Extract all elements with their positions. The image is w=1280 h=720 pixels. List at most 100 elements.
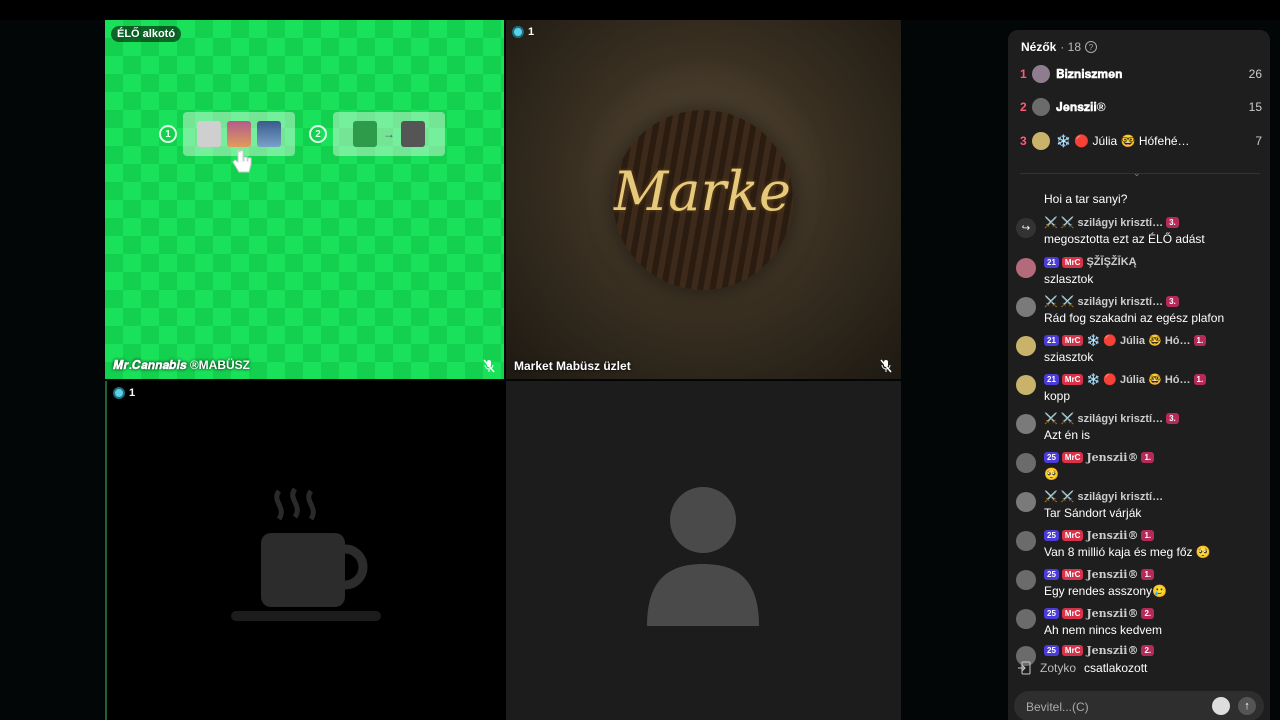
rank-number: 2 [1020, 100, 1027, 114]
live-dot-icon [512, 26, 524, 38]
coffee-cup-icon [231, 487, 381, 621]
level-badge: 21 [1044, 256, 1059, 268]
message-meta: ⚔️ ⚔️ szilágyi krisztí… 3. [1044, 295, 1179, 308]
rank-badge: 1. [1141, 452, 1155, 463]
chat-message: 25 MrC Jenszii® 1. Van 8 millió kaja és … [1016, 529, 1266, 563]
message-meta: 25 MrC Jenszii® 1. [1044, 529, 1155, 542]
avatar [1016, 336, 1036, 356]
arrow-right-icon: → [383, 127, 395, 141]
chat-input[interactable] [1024, 697, 1208, 717]
message-user: ❄️ 🔴 Júlia 🤓 Hó… [1086, 335, 1191, 347]
message-text: Egy rendes asszony🥲 [1044, 584, 1167, 598]
rank-badge: 1. [1141, 569, 1155, 580]
video-tile-away[interactable]: 1 [105, 381, 506, 720]
message-text: Tar Sándort várják [1044, 506, 1142, 520]
level-badge: 25 [1044, 608, 1059, 619]
fan-badge: MrC [1061, 452, 1084, 463]
phone-green-icon [353, 121, 377, 147]
rank-badge: 3. [1166, 217, 1179, 228]
video-tile-market[interactable]: 1 Market Market Mabüsz üzlet [506, 20, 901, 379]
mic-muted-icon [483, 359, 495, 373]
step-number: 1 [159, 125, 177, 143]
avatar [1016, 609, 1036, 629]
pointer-hand-icon [232, 148, 252, 173]
message-text: Ah nem nincs kedvem [1044, 623, 1163, 637]
top-viewer-row[interactable]: 3 ❄️ 🔴 Júlia 🤓 Hófehé… 7 [1020, 131, 1262, 151]
message-user: ŞŽĪŞŽĪKĄ [1086, 256, 1137, 268]
fan-badge: MrC [1061, 374, 1084, 385]
message-user: Jenszii® [1086, 529, 1139, 542]
level-badge: 25 [1044, 569, 1059, 580]
join-icon [1018, 661, 1031, 675]
share-icon: ↪ [1016, 218, 1036, 238]
viewer-score: 15 [1248, 100, 1262, 114]
video-grid: ÉLŐ alkotó 1 2 → 𝑴𝒓.𝑪𝒂𝒏𝒏𝒂𝒃𝒊𝒔 ®MABÜSZ 1 M… [105, 20, 901, 720]
message-meta: 21 MrC ŞŽĪŞŽĪKĄ [1044, 256, 1137, 268]
help-icon[interactable]: ? [1085, 41, 1098, 53]
message-meta: ⚔️ ⚔️ szilágyi krisztí… 3. [1044, 412, 1179, 425]
chat-message: 25 MrC Jenszii® 1. Egy rendes asszony🥲 [1016, 568, 1266, 602]
message-user: ⚔️ ⚔️ szilágyi krisztí… [1044, 296, 1164, 308]
join-user: Zotyko [1040, 661, 1077, 675]
viewers-header: Nézők · 18 ? [1021, 40, 1098, 54]
chat-message: 21 MrC ŞŽĪŞŽĪKĄ szlasztok [1016, 256, 1266, 290]
fan-badge: MrC [1061, 569, 1084, 580]
rank-badge: 1. [1193, 335, 1207, 346]
logo-text: Market [613, 160, 793, 223]
avatar [1032, 132, 1050, 150]
viewer-score: 26 [1248, 67, 1262, 81]
chat-message: ⚔️ ⚔️ szilágyi krisztí… Tar Sándort várj… [1016, 490, 1266, 524]
rank-badge: 2. [1141, 608, 1155, 619]
fan-badge: MrC [1061, 530, 1084, 541]
tile-participant-name: 𝑴𝒓.𝑪𝒂𝒏𝒏𝒂𝒃𝒊𝒔 ®MABÜSZ [113, 358, 250, 372]
message-meta: 25 MrC Jenszii® 1. [1044, 451, 1155, 464]
message-user: Jenszii® [1086, 451, 1139, 464]
avatar [1016, 453, 1036, 473]
top-viewer-row[interactable]: 1 𝐁𝐢𝐳𝐧𝐢𝐬𝐳𝐦𝐞𝐧 26 [1020, 64, 1262, 84]
chat-input-box[interactable]: ↑ [1014, 691, 1264, 720]
message-user: Jenszii® [1086, 644, 1139, 657]
message-user: Jenszii® [1086, 607, 1139, 620]
avatar [1032, 65, 1050, 83]
message-user: ⚔️ ⚔️ szilágyi krisztí… [1044, 217, 1164, 229]
message-meta: 25 MrC Jenszii® 2. [1044, 644, 1155, 657]
message-text: Hoi a tar sanyi? [1044, 192, 1128, 206]
send-button[interactable]: ↑ [1238, 697, 1256, 715]
rank-number: 1 [1020, 67, 1027, 81]
avatar [1032, 98, 1050, 116]
message-meta: 25 MrC Jenszii® 1. [1044, 568, 1155, 581]
image-icon [197, 121, 221, 147]
tutorial-step-2: 2 → [309, 112, 445, 156]
tutorial-step-1: 1 [159, 112, 295, 156]
viewers-title: Nézők [1021, 40, 1057, 54]
video-tile-no-camera[interactable] [506, 381, 901, 720]
avatar [1016, 375, 1036, 395]
message-user: ⚔️ ⚔️ szilágyi krisztí… [1044, 491, 1164, 503]
message-meta: 21 MrC ❄️ 🔴 Júlia 🤓 Hó… 1. [1044, 373, 1207, 386]
level-badge: 25 [1044, 645, 1059, 656]
emoji-icon[interactable] [1212, 697, 1230, 715]
message-text: Azt én is [1044, 428, 1091, 442]
video-tile-host[interactable]: ÉLŐ alkotó 1 2 → 𝑴𝒓.𝑪𝒂𝒏𝒏𝒂𝒃𝒊𝒔 ®MABÜSZ [105, 20, 504, 379]
chat-message: 25 MrC Jenszii® 1. 🥺 [1016, 451, 1266, 485]
message-text: szlasztok [1044, 272, 1094, 286]
rank-badge: 3. [1166, 413, 1179, 424]
step-card: → [333, 112, 445, 156]
top-viewer-row[interactable]: 2 𝐉𝐞𝐧𝐬𝐳𝐢𝐢® 15 [1020, 97, 1262, 117]
viewer-name: ❄️ 🔴 Júlia 🤓 Hófehé… [1056, 134, 1190, 148]
live-dot-icon [113, 387, 125, 399]
rank-badge: 2. [1141, 645, 1155, 656]
tile-participant-name: Market Mabüsz üzlet [514, 359, 631, 373]
chat-message: 21 MrC ❄️ 🔴 Júlia 🤓 Hó… 1. sziasztok [1016, 334, 1266, 368]
viewer-count-badge: 1 [113, 387, 135, 399]
level-badge: 25 [1044, 530, 1059, 541]
market-logo: Market [613, 110, 793, 290]
viewers-chat-panel: Nézők · 18 ? 1 𝐁𝐢𝐳𝐧𝐢𝐬𝐳𝐦𝐞𝐧 26 2 𝐉𝐞𝐧𝐬𝐳𝐢𝐢® … [1008, 30, 1270, 720]
avatar [1016, 297, 1036, 317]
viewer-name: 𝐉𝐞𝐧𝐬𝐳𝐢𝐢® [1056, 99, 1106, 114]
rank-badge: 1. [1141, 530, 1155, 541]
fan-badge: MrC [1061, 256, 1084, 268]
chat-message: Hoi a tar sanyi? [1016, 176, 1266, 206]
photo-thumbnail [257, 121, 281, 147]
viewer-name: 𝐁𝐢𝐳𝐧𝐢𝐬𝐳𝐦𝐞𝐧 [1056, 66, 1123, 81]
